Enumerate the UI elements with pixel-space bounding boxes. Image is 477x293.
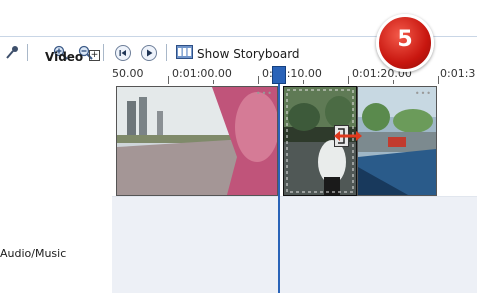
ruler-tick bbox=[438, 76, 439, 84]
playhead-line bbox=[278, 70, 280, 293]
ruler-label: 0:01:3 bbox=[440, 67, 476, 80]
play-icon bbox=[147, 49, 153, 57]
ruler-label: 0:01:10.00 bbox=[262, 67, 322, 80]
microphone-icon[interactable] bbox=[5, 45, 19, 59]
video-clip-3[interactable]: ••• bbox=[357, 86, 437, 196]
ruler-tick bbox=[168, 76, 169, 84]
rewind-button[interactable] bbox=[115, 45, 131, 61]
ruler-label: 50.00 bbox=[112, 67, 144, 80]
trim-handle-icon[interactable] bbox=[334, 125, 362, 147]
expand-video-track-button[interactable]: + bbox=[89, 50, 100, 61]
clip-dots: ••• bbox=[414, 89, 432, 98]
ruler-tick bbox=[348, 76, 349, 84]
clip-dots: ••• bbox=[255, 89, 273, 98]
show-storyboard-label: Show Storyboard bbox=[197, 47, 300, 61]
track-header-panel bbox=[0, 84, 113, 293]
rewind-icon bbox=[119, 50, 126, 56]
toolbar-separator bbox=[27, 44, 28, 61]
toolbar-separator bbox=[166, 44, 167, 61]
video-clip-1[interactable]: ••• bbox=[116, 86, 278, 196]
clip-1-thumbnail bbox=[117, 87, 277, 195]
video-track-label: Video bbox=[45, 50, 84, 64]
play-button[interactable] bbox=[141, 45, 157, 61]
playhead-handle[interactable] bbox=[272, 66, 286, 84]
audio-music-track-label: Audio/Music bbox=[0, 247, 67, 260]
step-number: 5 bbox=[397, 27, 413, 52]
clip-3-thumbnail bbox=[358, 87, 436, 195]
ruler-tick bbox=[258, 76, 259, 84]
toolbar-separator bbox=[103, 44, 104, 61]
ruler-label: 0:01:00.00 bbox=[172, 67, 232, 80]
audio-music-track[interactable] bbox=[112, 197, 477, 293]
storyboard-icon bbox=[176, 45, 193, 59]
step-number-badge: 5 bbox=[376, 14, 434, 72]
timeline-ruler[interactable]: 50.00 0:01:00.00 0:01:10.00 0:01:20.00 0… bbox=[112, 66, 477, 85]
